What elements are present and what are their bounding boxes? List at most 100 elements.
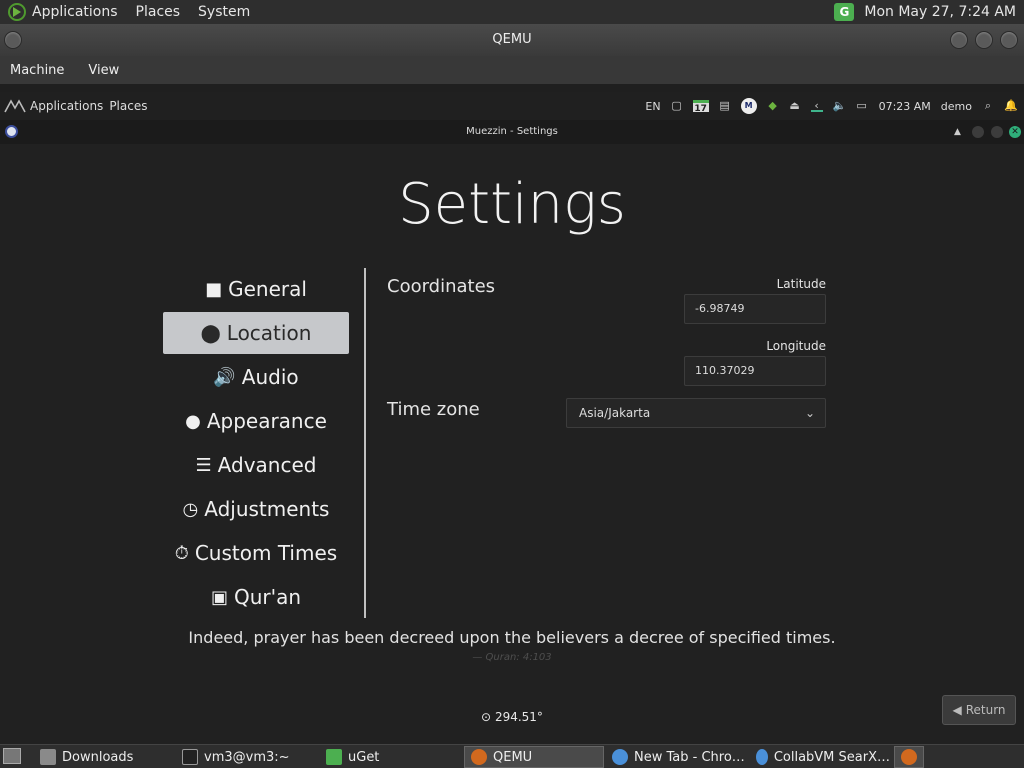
minimize-icon[interactable]	[950, 31, 968, 49]
chat-icon[interactable]: ▢	[671, 100, 683, 112]
map-pin-icon: ⬤	[200, 322, 221, 344]
return-label: Return	[965, 703, 1006, 717]
nav-appearance[interactable]: ● Appearance	[163, 400, 349, 442]
host-taskbar: Downloads vm3@vm3:~ uGet QEMU New Tab - …	[0, 744, 1024, 768]
show-desktop-icon[interactable]	[3, 748, 21, 764]
task-label: uGet	[348, 749, 380, 765]
coordinates-label: Coordinates	[387, 276, 496, 297]
nav-general[interactable]: ■ General	[163, 268, 349, 310]
host-menu-places[interactable]: Places	[136, 4, 181, 20]
latitude-label: Latitude	[776, 277, 826, 291]
nav-adjustments[interactable]: ◷ Adjustments	[163, 488, 349, 530]
qemu-menu-view[interactable]: View	[88, 63, 119, 78]
sidebar-divider	[364, 268, 366, 618]
chevron-left-icon[interactable]: ‹	[810, 100, 823, 112]
task-uget[interactable]: uGet	[320, 746, 460, 768]
eject-icon[interactable]: ⏏	[789, 100, 801, 112]
nav-label: Custom Times	[194, 541, 338, 565]
nav-label: Advanced	[217, 453, 317, 477]
terminal-icon	[182, 749, 198, 765]
latitude-input[interactable]: -6.98749	[684, 294, 826, 324]
app-titlebar: Muezzin - Settings ▲ ✕	[0, 120, 1024, 144]
qemu-menu-machine[interactable]: Machine	[10, 63, 64, 78]
uget-icon	[326, 749, 342, 765]
host-menu-system[interactable]: System	[198, 4, 250, 20]
qemu-menubar: Machine View	[0, 56, 1024, 84]
battery-icon[interactable]: ▭	[855, 100, 869, 112]
quote-text: Indeed, prayer has been decreed upon the…	[188, 628, 836, 647]
qemu-separator	[0, 84, 1024, 92]
task-label: New Tab - Chro…	[634, 749, 745, 765]
task-chrome-collabvm[interactable]: CollabVM SearX…	[750, 746, 890, 768]
stopwatch-icon: ⏱	[174, 542, 189, 564]
qibla-value: 294.51°	[494, 710, 543, 724]
qemu-titlebar: QEMU	[0, 24, 1024, 56]
folder-icon	[40, 749, 56, 765]
longitude-input[interactable]: 110.37029	[684, 356, 826, 386]
timezone-selected-value: Asia/Jakarta	[579, 406, 651, 420]
app-minimize-icon[interactable]	[972, 126, 984, 138]
guest-user[interactable]: demo	[941, 100, 972, 113]
nav-custom-times[interactable]: ⏱ Custom Times	[163, 532, 349, 574]
guest-distro-logo-icon[interactable]	[4, 98, 26, 114]
calendar-icon[interactable]: 17	[692, 100, 709, 114]
nav-quran[interactable]: ▣ Qur'an	[163, 576, 349, 618]
shade-up-icon[interactable]: ▲	[954, 120, 961, 144]
nav-label: Adjustments	[204, 497, 330, 521]
keyboard-layout-indicator[interactable]: EN	[645, 100, 660, 113]
guest-clock[interactable]: 07:23 AM	[879, 100, 931, 113]
kaaba-icon: ■	[205, 278, 223, 300]
app-close-icon[interactable]: ✕	[1009, 126, 1021, 138]
host-menu-applications[interactable]: Applications	[32, 4, 118, 20]
guest-menu-places[interactable]: Places	[109, 99, 147, 113]
nav-advanced[interactable]: ☰ Advanced	[163, 444, 349, 486]
app-window-title: Muezzin - Settings	[466, 126, 558, 137]
muezzin-app-icon	[5, 125, 18, 138]
sliders-icon: ☰	[195, 454, 212, 476]
compass-icon: ⊙	[481, 710, 492, 724]
muezzin-tray-icon[interactable]: M	[740, 98, 757, 114]
notifications-bell-icon[interactable]: 🔔	[1004, 100, 1018, 112]
maximize-icon[interactable]	[975, 31, 993, 49]
qemu-window-menu-icon[interactable]	[4, 31, 22, 49]
search-icon[interactable]: ⌕	[982, 100, 994, 112]
page-title: Settings	[398, 172, 626, 237]
qemu-window-title: QEMU	[492, 32, 532, 47]
close-icon[interactable]	[1000, 31, 1018, 49]
task-downloads[interactable]: Downloads	[34, 746, 170, 768]
task-label: QEMU	[493, 749, 533, 765]
timezone-select[interactable]: Asia/Jakarta ⌄	[566, 398, 826, 428]
return-button[interactable]: ◀ Return	[942, 695, 1016, 725]
app-maximize-icon[interactable]	[991, 126, 1003, 138]
uget-tray-icon[interactable]: G	[834, 3, 855, 21]
longitude-label: Longitude	[766, 339, 826, 353]
task-qemu-small[interactable]	[894, 746, 924, 768]
chrome-icon	[612, 749, 628, 765]
clipboard-icon[interactable]: ▤	[719, 100, 731, 112]
guest-top-panel: Applications Places EN ▢ 17 ▤ M ◆ ⏏ ‹ 🔈 …	[0, 92, 1024, 120]
task-label: Downloads	[62, 749, 134, 765]
qibla-direction: ⊙ 294.51°	[0, 710, 1024, 724]
qemu-icon	[471, 749, 487, 765]
task-label: CollabVM SearX…	[773, 749, 890, 765]
nav-label: General	[228, 277, 307, 301]
qemu-icon	[901, 749, 917, 765]
chrome-icon	[756, 749, 768, 765]
task-chrome-newtab[interactable]: New Tab - Chro…	[606, 746, 746, 768]
package-update-icon[interactable]: ◆	[767, 100, 779, 112]
applications-menu-icon[interactable]	[8, 3, 26, 21]
task-label: vm3@vm3:~	[204, 749, 290, 765]
chevron-down-icon: ⌄	[804, 406, 815, 420]
nav-audio[interactable]: 🔊 Audio	[163, 356, 349, 398]
nav-location[interactable]: ⬤ Location	[163, 312, 349, 354]
volume-icon[interactable]: 🔈	[833, 100, 847, 112]
quran-icon: ▣	[210, 586, 228, 608]
back-arrow-icon: ◀	[952, 703, 962, 717]
nav-label: Qur'an	[233, 585, 302, 609]
timezone-label: Time zone	[387, 399, 480, 420]
task-terminal[interactable]: vm3@vm3:~	[176, 746, 316, 768]
nav-label: Location	[226, 321, 312, 345]
guest-menu-applications[interactable]: Applications	[30, 99, 103, 113]
task-qemu[interactable]: QEMU	[464, 746, 604, 768]
host-clock[interactable]: Mon May 27, 7:24 AM	[864, 4, 1016, 20]
